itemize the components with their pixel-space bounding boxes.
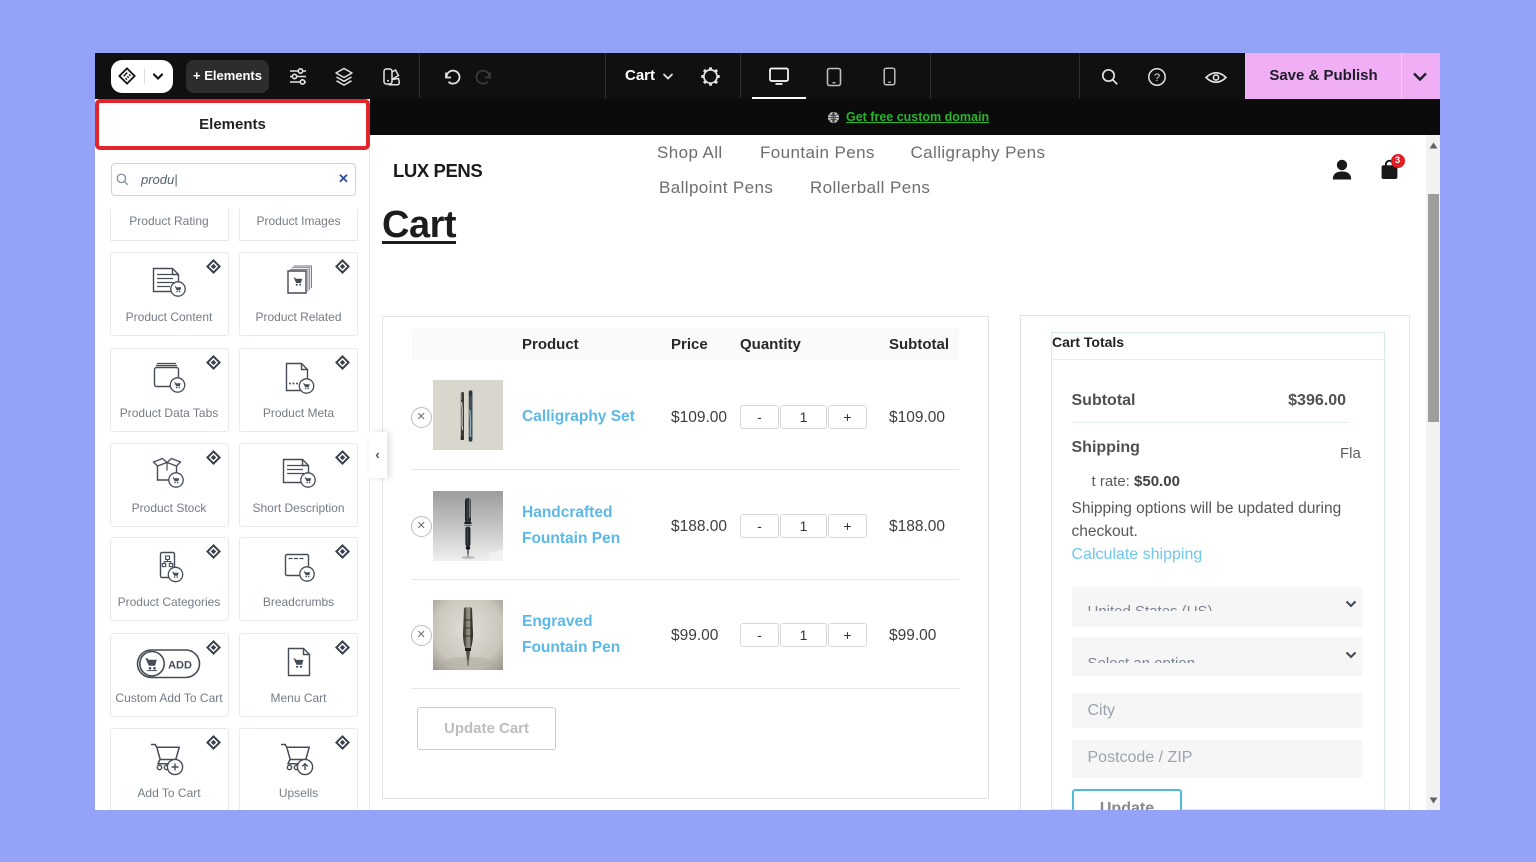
svg-text:?: ? <box>1154 72 1160 84</box>
svg-text:ADD: ADD <box>168 660 192 672</box>
